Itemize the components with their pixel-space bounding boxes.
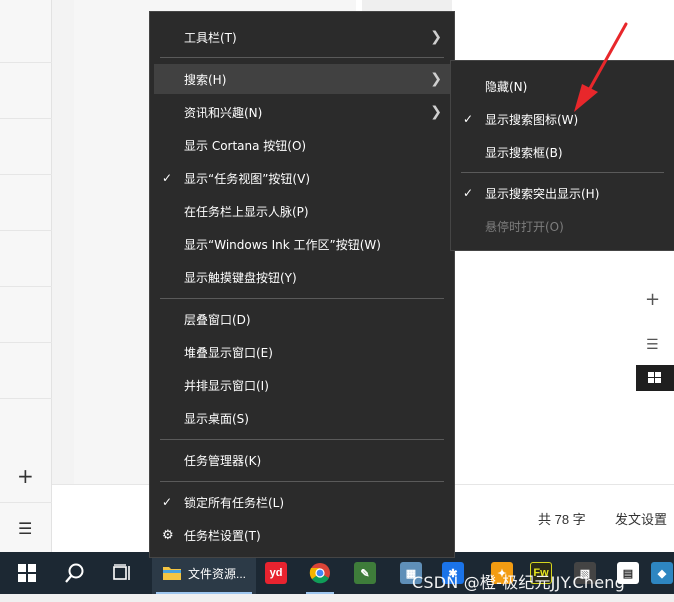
menu-item-label: 工具栏(T) xyxy=(184,30,237,45)
menu-item-label: 隐藏(N) xyxy=(485,79,528,94)
menu-item-task-manager[interactable]: 任务管理器(K) xyxy=(154,445,450,475)
menu-item-side-by-side[interactable]: 并排显示窗口(I) xyxy=(154,370,450,400)
submenu-item-open-on-hover: 悬停时打开(O) xyxy=(455,211,670,241)
taskbar-file-explorer-label: 文件资源... xyxy=(187,566,246,581)
folder-icon xyxy=(162,567,181,580)
menu-item-label: 搜索(H) xyxy=(184,72,227,87)
checkmark-icon: ✓ xyxy=(463,112,474,126)
submenu-item-search-highlights[interactable]: ✓ 显示搜索突出显示(H) xyxy=(455,178,670,208)
bottom-strip xyxy=(0,594,674,602)
menu-item-label: 任务栏设置(T) xyxy=(184,528,261,543)
menu-item-label: 任务管理器(K) xyxy=(184,453,262,468)
menu-item-label: 显示桌面(S) xyxy=(184,411,249,426)
menu-item-label: 显示 Cortana 按钮(O) xyxy=(184,138,307,153)
menu-item-label: 在任务栏上显示人脉(P) xyxy=(184,204,309,219)
app-icon: ◆ xyxy=(651,562,673,584)
taskbar-context-menu: 工具栏(T) ❯ 搜索(H) ❯ 资讯和兴趣(N) ❯ 显示 Cortana 按… xyxy=(149,11,455,558)
sidebar-divider xyxy=(0,342,52,343)
publish-settings-button[interactable]: 发文设置 xyxy=(615,509,667,528)
menu-item-lock-taskbar[interactable]: ✓ 锁定所有任务栏(L) xyxy=(154,487,450,517)
taskbar-search-button[interactable] xyxy=(58,552,92,594)
list-icon[interactable]: ☰ xyxy=(646,336,659,354)
start-button[interactable] xyxy=(10,552,44,594)
menu-item-people[interactable]: 在任务栏上显示人脉(P) xyxy=(154,196,450,226)
taskbar-file-explorer[interactable]: 文件资源... xyxy=(152,552,256,594)
menu-item-stack[interactable]: 堆叠显示窗口(E) xyxy=(154,337,450,367)
menu-item-show-desktop[interactable]: 显示桌面(S) xyxy=(154,403,450,433)
chevron-right-icon: ❯ xyxy=(430,104,442,120)
taskbar-youdao[interactable]: yd xyxy=(260,552,292,594)
menu-item-label: 堆叠显示窗口(E) xyxy=(184,345,273,360)
menu-item-label: 资讯和兴趣(N) xyxy=(184,105,263,120)
taskbar-app[interactable]: ◆ xyxy=(650,552,674,594)
menu-item-cortana[interactable]: 显示 Cortana 按钮(O) xyxy=(154,130,450,160)
sidebar-divider xyxy=(0,118,52,119)
task-view-button[interactable] xyxy=(106,552,140,594)
youdao-icon: yd xyxy=(265,562,287,584)
chrome-icon xyxy=(309,563,330,584)
menu-item-news-interests[interactable]: 资讯和兴趣(N) ❯ xyxy=(154,97,450,127)
menu-separator xyxy=(160,481,444,482)
taskbar-app[interactable]: ✎ xyxy=(348,552,382,594)
menu-item-touch-keyboard[interactable]: 显示触摸键盘按钮(Y) xyxy=(154,262,450,292)
windows-tile xyxy=(636,365,674,391)
chevron-right-icon: ❯ xyxy=(430,29,442,45)
active-indicator xyxy=(156,592,252,594)
menu-item-toolbars[interactable]: 工具栏(T) ❯ xyxy=(154,22,450,52)
menu-item-label: 显示搜索突出显示(H) xyxy=(485,186,600,201)
menu-item-label: 显示“任务视图”按钮(V) xyxy=(184,171,311,186)
sidebar-divider xyxy=(0,286,52,287)
menu-item-label: 悬停时打开(O) xyxy=(485,219,564,234)
menu-item-label: 层叠窗口(D) xyxy=(184,312,251,327)
menu-item-windows-ink[interactable]: 显示“Windows Ink 工作区”按钮(W) xyxy=(154,229,450,259)
sidebar-divider xyxy=(0,62,52,63)
list-icon[interactable]: ☰ xyxy=(18,519,32,539)
taskbar-chrome[interactable] xyxy=(302,552,338,594)
add-icon[interactable]: + xyxy=(645,291,660,309)
submenu-item-show-search-box[interactable]: 显示搜索框(B) xyxy=(455,137,670,167)
sidebar-divider xyxy=(0,174,52,175)
sidebar-divider xyxy=(0,502,52,503)
chevron-right-icon: ❯ xyxy=(430,71,442,87)
menu-separator xyxy=(160,57,444,58)
sidebar-divider xyxy=(0,230,52,231)
menu-item-search[interactable]: 搜索(H) ❯ xyxy=(154,64,450,94)
checkmark-icon: ✓ xyxy=(162,495,173,509)
menu-separator xyxy=(160,298,444,299)
menu-item-task-view[interactable]: ✓ 显示“任务视图”按钮(V) xyxy=(154,163,450,193)
annotation-arrow-icon xyxy=(574,22,628,112)
menu-item-label: 并排显示窗口(I) xyxy=(184,378,269,393)
watermark: CSDN @橙-极纪元JJY.Cheng xyxy=(412,573,625,592)
windows-logo-icon xyxy=(18,564,36,582)
gear-icon: ⚙ xyxy=(162,527,174,543)
task-view-icon xyxy=(113,564,130,580)
menu-item-label: 显示搜索框(B) xyxy=(485,145,563,160)
menu-separator xyxy=(160,439,444,440)
active-indicator xyxy=(306,592,334,594)
menu-item-label: 显示触摸键盘按钮(Y) xyxy=(184,270,297,285)
checkmark-icon: ✓ xyxy=(463,186,474,200)
checkmark-icon: ✓ xyxy=(162,171,173,185)
add-icon[interactable]: + xyxy=(17,466,34,486)
sidebar-divider xyxy=(0,398,52,399)
menu-separator xyxy=(461,172,664,173)
search-icon xyxy=(65,563,84,583)
menu-item-label: 显示“Windows Ink 工作区”按钮(W) xyxy=(184,237,381,252)
app-icon: ✎ xyxy=(354,562,376,584)
menu-item-cascade[interactable]: 层叠窗口(D) xyxy=(154,304,450,334)
word-count: 共 78 字 xyxy=(538,512,586,527)
menu-item-taskbar-settings[interactable]: ⚙ 任务栏设置(T) xyxy=(154,520,450,550)
menu-item-label: 锁定所有任务栏(L) xyxy=(184,495,285,510)
